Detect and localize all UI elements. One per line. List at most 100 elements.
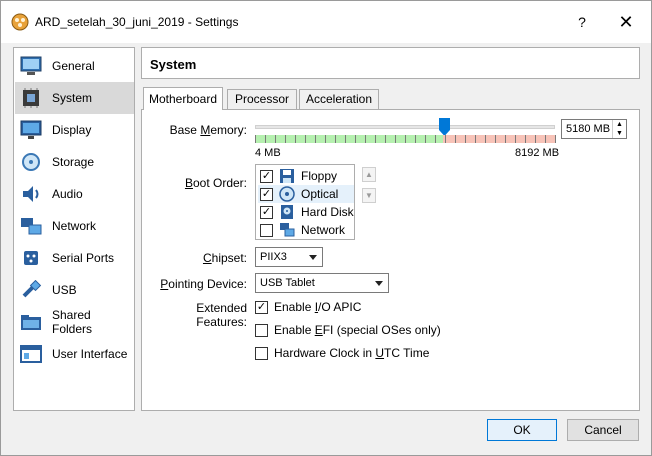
boot-optical-checkbox[interactable]: ✓ [260,187,273,201]
base-memory-spinbox[interactable]: 5180 MB ▲ ▼ [561,119,627,139]
boot-item-label: Network [301,223,346,237]
sidebar-item-system[interactable]: System [15,82,134,114]
floppy-icon [280,169,294,183]
scale-tick [305,135,306,143]
scale-tick [255,135,256,143]
scale-tick [285,135,286,143]
display-icon [19,119,43,141]
checkbox-label: Hardware Clock in UTC Time [274,346,430,360]
utc-checkbox-box[interactable] [255,346,268,360]
scale-tick [375,135,376,143]
scale-tick [555,135,556,143]
sidebar-item-shared-folders[interactable]: Shared Folders [15,306,134,338]
sidebar-item-audio[interactable]: Audio [15,178,134,210]
io-apic-checkbox-box[interactable]: ✓ [255,300,268,314]
scale-tick [455,135,456,143]
audio-icon [19,183,43,205]
sidebar-item-general[interactable]: General [15,50,134,82]
scale-tick [485,135,486,143]
boot-floppy-checkbox[interactable]: ✓ [260,169,273,183]
scale-tick [355,135,356,143]
scale-tick [435,135,436,143]
hardware-clock-utc-checkbox[interactable]: Hardware Clock in UTC Time [255,346,429,360]
scale-tick [405,135,406,143]
page-title: System [150,57,197,72]
scale-tick [275,135,276,143]
scale-tick [505,135,506,143]
usb-icon [19,279,43,301]
system-icon [19,87,43,109]
chipset-label: Chipset: [202,251,247,265]
scale-tick [345,135,346,143]
tab-processor[interactable]: Processor [227,89,297,109]
storage-icon [19,151,43,173]
title-bar: ARD_setelah_30_juni_2019 - Settings ? ✕ [1,1,651,43]
boot-item-label: Floppy [301,169,338,183]
pointing-device-value: USB Tablet [260,277,315,289]
user-interface-icon [19,343,43,365]
sidebar-item-user-interface[interactable]: User Interface [15,338,134,370]
sidebar-item-label: Display [52,123,92,137]
base-memory-label: Base Memory: [169,123,247,137]
scale-tick [265,135,266,143]
base-memory-value[interactable]: 5180 MB [566,123,610,135]
sidebar-item-display[interactable]: Display [15,114,134,146]
boot-hard-disk-checkbox[interactable]: ✓ [260,205,273,219]
scale-tick [315,135,316,143]
sidebar-item-serial-ports[interactable]: Serial Ports [15,242,134,274]
scale-tick [415,135,416,143]
base-memory-slider-thumb[interactable] [439,118,451,136]
boot-item-label: Optical [301,187,339,201]
pointing-device-label: Pointing Device: [160,277,247,291]
extended-features-label: Extended Features: [196,301,247,329]
sidebar-item-label: Audio [52,187,83,201]
help-button[interactable]: ? [569,9,595,35]
move-down-icon[interactable]: ▼ [362,188,376,203]
scale-tick [465,135,466,143]
virtualbox-logo-icon [11,13,29,31]
pointing-device-select[interactable]: USB Tablet [255,273,389,293]
move-up-icon[interactable]: ▲ [362,167,376,182]
sidebar-item-label: USB [52,283,77,297]
efi-checkbox-box[interactable] [255,323,268,337]
hard-disk-icon [281,205,293,219]
boot-network-checkbox[interactable] [260,223,273,237]
sidebar-item-label: Serial Ports [52,251,115,265]
tab-acceleration[interactable]: Acceleration [299,89,379,109]
enable-io-apic-checkbox[interactable]: ✓ Enable I/O APIC [255,300,361,314]
cancel-button[interactable]: Cancel [567,419,639,441]
sidebar-item-usb[interactable]: USB [15,274,134,306]
sidebar-item-storage[interactable]: Storage [15,146,134,178]
settings-dialog: ARD_setelah_30_juni_2019 - Settings ? ✕ … [0,0,652,456]
spin-up-icon[interactable]: ▲ [613,120,626,129]
base-memory-slider-track[interactable] [255,125,555,129]
boot-item-floppy[interactable]: ✓ Floppy [258,167,354,185]
chevron-down-icon [375,281,383,286]
close-button[interactable]: ✕ [613,9,639,35]
network-icon [19,215,43,237]
scale-tick [425,135,426,143]
general-icon [19,55,43,77]
boot-item-optical[interactable]: ✓ Optical [258,185,354,203]
scale-tick [545,135,546,143]
boot-order-list: ✓ Floppy ✓ Optical ✓ Hard Disk Network [255,164,355,240]
scale-tick [495,135,496,143]
sidebar-item-network[interactable]: Network [15,210,134,242]
enable-efi-checkbox[interactable]: Enable EFI (special OSes only) [255,323,441,337]
ok-button[interactable]: OK [487,419,557,441]
scale-tick [535,135,536,143]
boot-item-network[interactable]: Network [258,221,354,239]
scale-tick [335,135,336,143]
chipset-select[interactable]: PIIX3 [255,247,323,267]
spin-down-icon[interactable]: ▼ [613,129,626,138]
chipset-value: PIIX3 [260,251,287,263]
boot-item-hard-disk[interactable]: ✓ Hard Disk [258,203,354,221]
checkbox-label: Enable EFI (special OSes only) [274,323,441,337]
page-header: System [141,47,640,79]
sidebar-item-label: Storage [52,155,95,169]
scale-tick [395,135,396,143]
sidebar-item-label: General [52,59,95,73]
optical-icon [279,186,295,202]
base-memory-min-label: 4 MB [255,147,281,159]
tab-motherboard[interactable]: Motherboard [143,87,223,110]
